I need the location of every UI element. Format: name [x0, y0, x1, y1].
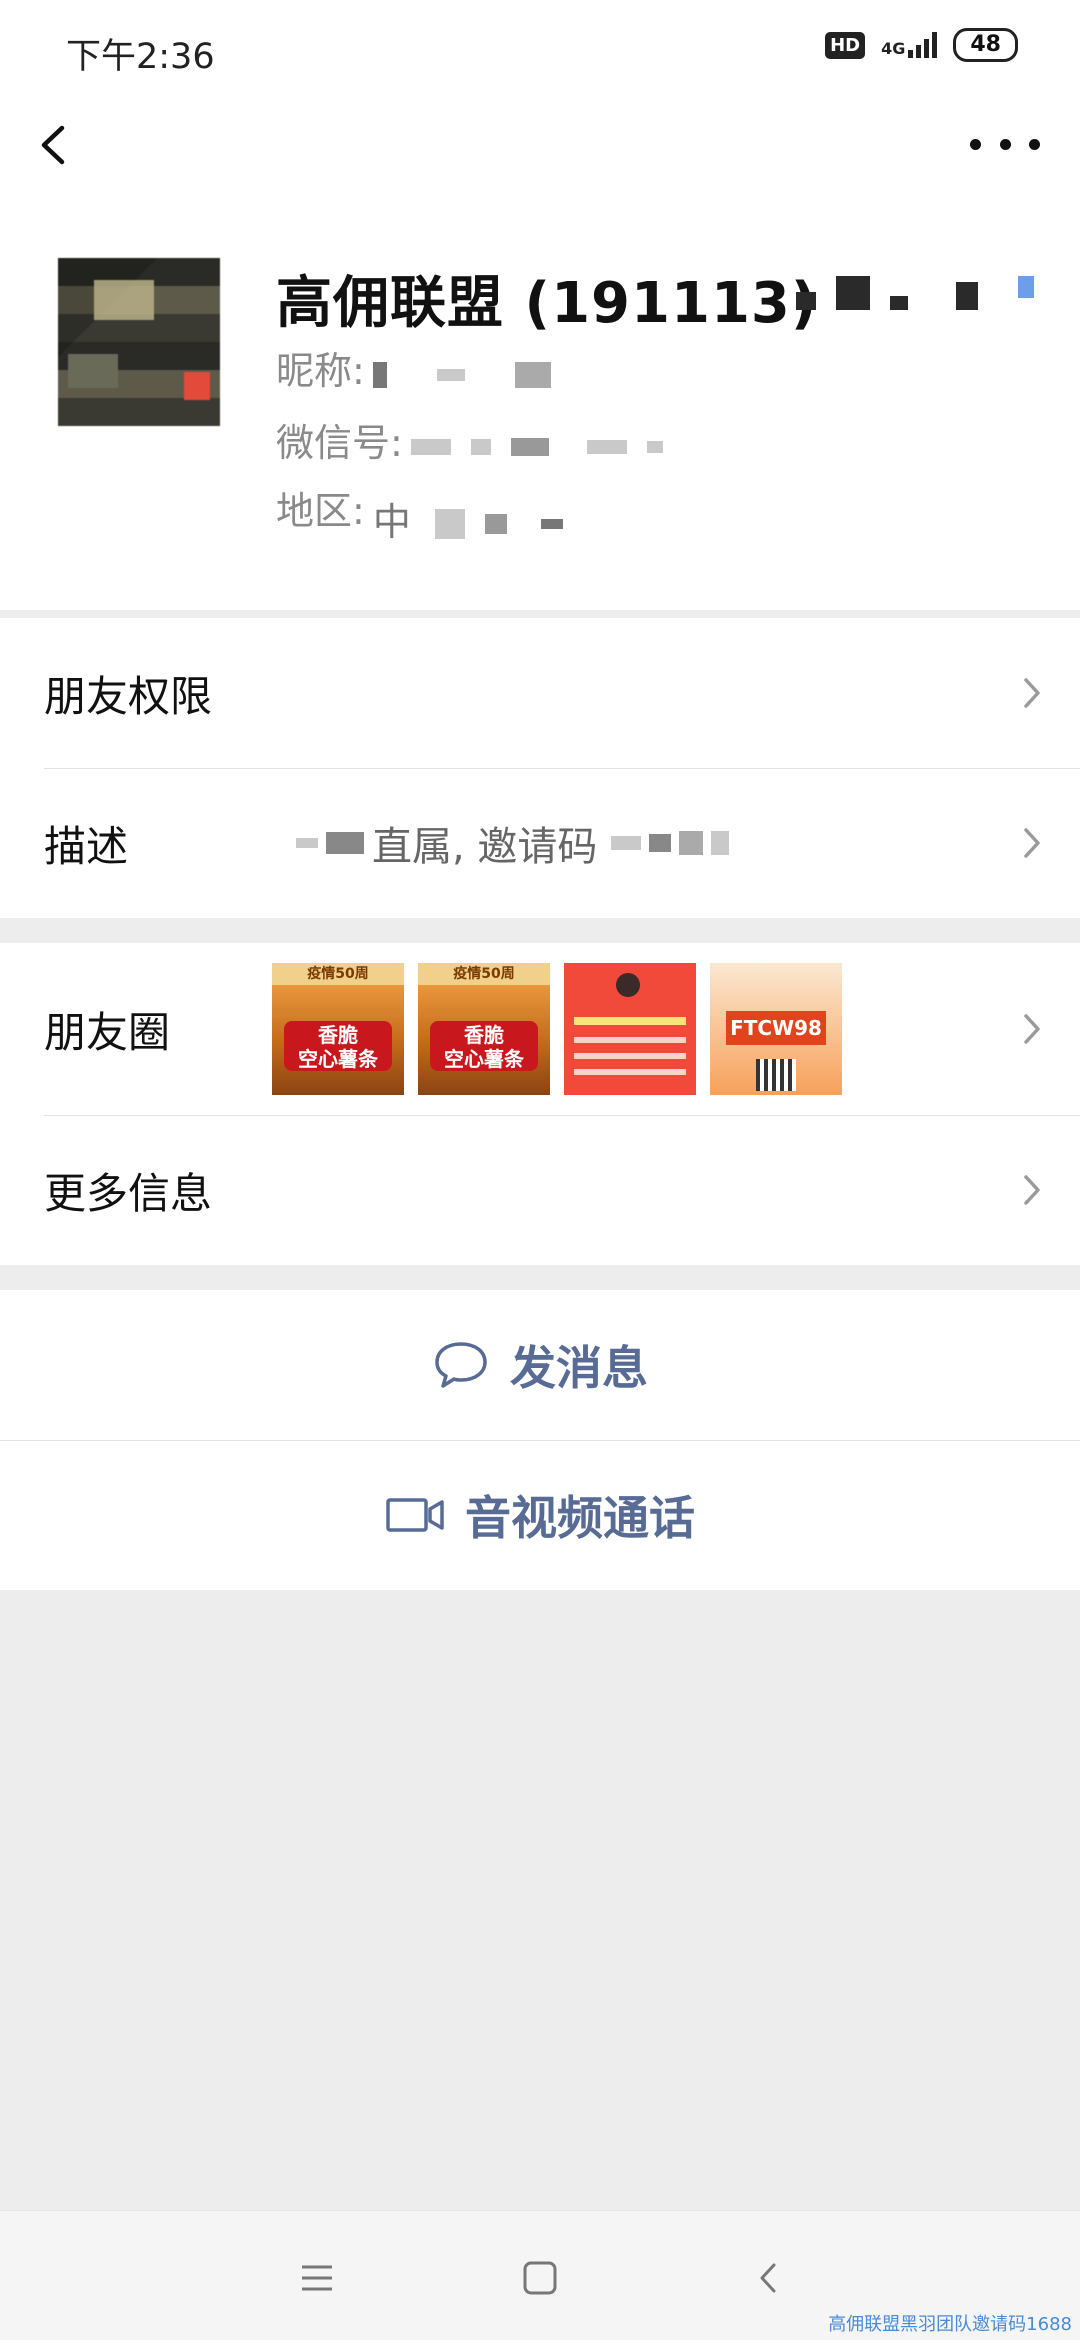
- nickname-row: 昵称:: [276, 340, 559, 395]
- settings-group: 朋友权限 描述 直属, 邀请码: [0, 618, 1080, 918]
- wechat-id-row: 微信号:: [276, 412, 671, 467]
- hd-icon: HD: [825, 31, 866, 59]
- status-icons: HD 4G 48: [825, 28, 1018, 62]
- signal-icon: 4G: [881, 32, 938, 58]
- back-arrow-icon: [41, 125, 65, 165]
- moments-thumbnails: 疫情50周 香脆 空心薯条 疫情50周 香脆 空心薯条 FTCW98: [272, 963, 842, 1095]
- region-value-fragment: 中: [372, 499, 411, 544]
- nickname-value-redacted: [372, 351, 559, 388]
- description-value-text: 直属, 邀请码: [372, 824, 598, 870]
- status-bar: 下午2:36 HD 4G 48: [0, 0, 1080, 100]
- more-info-row[interactable]: 更多信息: [0, 1115, 1080, 1265]
- contact-actions: 发消息 音视频通话: [0, 1290, 1080, 1590]
- video-call-label: 音视频通话: [465, 1491, 695, 1545]
- nav-bar: [0, 100, 1080, 190]
- more-dot-icon: [1029, 138, 1040, 150]
- friend-permissions-label: 朋友权限: [44, 671, 213, 721]
- send-message-button[interactable]: 发消息: [0, 1290, 1080, 1440]
- nickname-label: 昵称:: [276, 349, 365, 393]
- battery-icon: 48: [953, 28, 1018, 62]
- moments-thumbnail: 疫情50周 香脆 空心薯条: [418, 963, 550, 1095]
- wechat-id-label: 微信号:: [276, 421, 403, 465]
- chevron-right-icon: [1024, 678, 1040, 708]
- moments-group: 朋友圈 疫情50周 香脆 空心薯条 疫情50周 香脆 空心薯条 FTCW98 更…: [0, 943, 1080, 1265]
- more-info-label: 更多信息: [44, 1168, 213, 1218]
- wechat-id-value-redacted: [410, 423, 671, 457]
- system-nav-bar: 高佣联盟黑羽团队邀请码1688: [0, 2210, 1080, 2340]
- menu-icon[interactable]: [292, 2253, 342, 2303]
- redacted-name-suffix: [796, 276, 1036, 320]
- video-call-button[interactable]: 音视频通话: [0, 1440, 1080, 1590]
- chat-bubble-icon: [435, 1342, 487, 1388]
- thumbnail-caption: 疫情50周: [418, 963, 550, 985]
- network-type: 4G: [881, 39, 906, 58]
- description-label: 描述: [44, 821, 129, 871]
- back-icon[interactable]: [744, 2253, 794, 2303]
- thumbnail-title: 香脆 空心薯条: [430, 1021, 538, 1071]
- more-options-button[interactable]: [970, 124, 1040, 164]
- moments-thumbnail: [564, 963, 696, 1095]
- back-button[interactable]: [28, 112, 88, 178]
- home-icon[interactable]: [515, 2253, 565, 2303]
- moments-thumbnail: 疫情50周 香脆 空心薯条: [272, 963, 404, 1095]
- video-camera-icon: [386, 1498, 444, 1532]
- more-dot-icon: [970, 138, 981, 150]
- moments-thumbnail: FTCW98: [710, 963, 842, 1095]
- moments-label: 朋友圈: [44, 1007, 171, 1057]
- chevron-right-icon: [1024, 1014, 1040, 1044]
- region-label: 地区:: [276, 489, 365, 533]
- contact-name: 高佣联盟 (191113): [276, 271, 818, 336]
- thumbnail-title: 香脆 空心薯条: [284, 1021, 392, 1071]
- description-row[interactable]: 描述 直属, 邀请码: [0, 768, 1080, 918]
- region-value: 中: [373, 491, 571, 544]
- friend-permissions-row[interactable]: 朋友权限: [0, 618, 1080, 768]
- status-time: 下午2:36: [66, 37, 215, 77]
- watermark-text: 高佣联盟黑羽团队邀请码1688: [828, 2314, 1072, 2335]
- description-value: 直属, 邀请码: [296, 814, 737, 872]
- chevron-right-icon: [1024, 1175, 1040, 1205]
- send-message-label: 发消息: [510, 1341, 648, 1395]
- moments-row[interactable]: 朋友圈 疫情50周 香脆 空心薯条 疫情50周 香脆 空心薯条 FTCW98: [0, 943, 1080, 1115]
- chevron-right-icon: [1024, 828, 1040, 858]
- region-row: 地区: 中: [276, 480, 571, 544]
- thumbnail-caption: 疫情50周: [272, 963, 404, 985]
- more-dot-icon: [999, 138, 1011, 150]
- profile-header: 高佣联盟 (191113) 昵称: 微信号: 地区: 中: [0, 190, 1080, 610]
- thumbnail-code: FTCW98: [726, 1011, 826, 1045]
- avatar[interactable]: [58, 258, 220, 426]
